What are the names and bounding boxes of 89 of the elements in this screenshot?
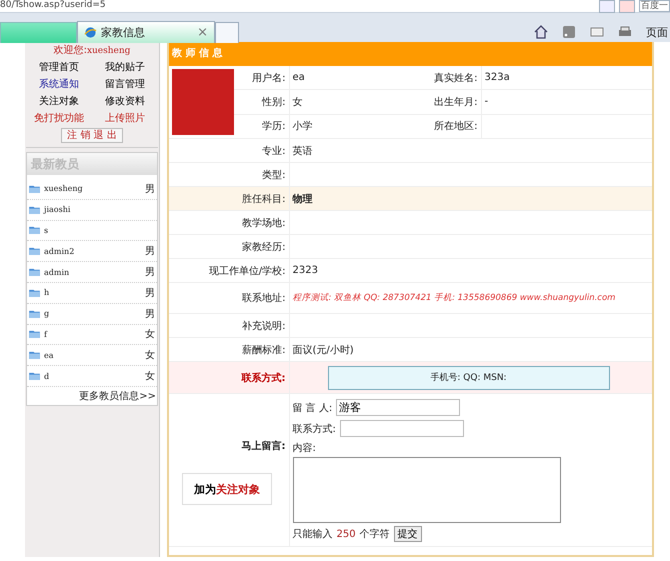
folder-icon: [29, 351, 40, 360]
teacher-link[interactable]: f: [44, 330, 47, 339]
globe-icon: [84, 26, 97, 39]
teacher-link[interactable]: ea: [44, 350, 54, 360]
field-value: 物理: [292, 194, 312, 204]
limit-text: 只能输入: [292, 528, 332, 541]
logout-button[interactable]: 注 销 退 出: [61, 128, 123, 143]
field-label: 教学场地:: [242, 218, 286, 228]
field-label: 联系地址:: [242, 293, 286, 304]
gender-text: 男: [145, 182, 155, 196]
gender-text: 男: [145, 245, 155, 258]
folder-icon: [29, 206, 40, 214]
field-value: 小学: [292, 121, 312, 132]
folder-icon: [29, 226, 40, 234]
teacher-link[interactable]: d: [44, 372, 50, 381]
folder-icon: [29, 330, 40, 338]
field-value: 2323: [292, 265, 318, 276]
field-value: 英语: [292, 146, 312, 156]
teacher-link[interactable]: xuesheng: [44, 184, 83, 194]
field-label: 补充说明:: [242, 320, 286, 332]
gender-text: 男: [145, 266, 155, 280]
field-label: 家教经历:: [242, 242, 286, 252]
gender-text: 男: [145, 286, 155, 300]
mail-icon[interactable]: [590, 25, 604, 39]
field-label: 薪酬标准:: [242, 344, 286, 356]
page-menu[interactable]: 页面: [646, 24, 668, 40]
field-label: 留 言 人:: [292, 402, 332, 414]
teacher-link[interactable]: h: [44, 288, 50, 298]
field-label: 出生年月:: [434, 96, 478, 108]
panel-title: 教 师 信 息: [169, 42, 652, 66]
field-label: 类型:: [262, 170, 286, 180]
field-label: 所在地区:: [434, 121, 478, 132]
field-label: 学历:: [262, 121, 286, 132]
folder-icon: [29, 268, 40, 276]
field-value: -: [484, 96, 488, 108]
photo-placeholder: [172, 69, 234, 135]
field-label: 联系方式:: [242, 372, 286, 384]
limit-text: 个字符: [360, 528, 390, 541]
menu-link[interactable]: 修改资料: [92, 95, 158, 108]
contact-box: 手机号: QQ: MSN:: [328, 366, 610, 390]
folder-icon: [29, 184, 40, 193]
field-value: ea: [292, 72, 305, 84]
printer-icon[interactable]: [618, 25, 632, 39]
teacher-link[interactable]: admin2: [44, 246, 74, 256]
menu-link[interactable]: 系统通知: [26, 78, 92, 91]
field-label: 性别:: [262, 96, 286, 108]
field-value: 女: [292, 96, 302, 108]
folder-icon: [29, 288, 40, 297]
teacher-link[interactable]: jiaoshi: [44, 205, 70, 214]
field-label: 内容:: [292, 442, 317, 455]
gender-text: 女: [145, 370, 155, 384]
contact-input[interactable]: [340, 420, 464, 437]
welcome-text: 欢迎您:xuesheng: [52, 44, 132, 58]
gender-text: 女: [145, 349, 155, 362]
field-label: 真实姓名:: [434, 72, 478, 84]
limit-count: 250: [336, 528, 356, 540]
search-field[interactable]: 百度一: [639, 0, 670, 12]
field-label: 现工作单位/学校:: [208, 266, 286, 276]
address-value: 程序测试: 双鱼林 QQ: 287307421 手机: 13558690869 www.shuangyulin.com: [292, 293, 616, 303]
teacher-link[interactable]: s: [44, 226, 48, 235]
folder-icon: [29, 310, 40, 318]
home-icon[interactable]: [534, 25, 548, 39]
field-label: 胜任科目:: [242, 194, 286, 204]
new-tab-button[interactable]: [215, 22, 239, 43]
content-textarea[interactable]: [292, 457, 560, 523]
field-value: 323a: [484, 72, 510, 84]
field-label: 马上留言:: [240, 439, 286, 453]
field-label: 用户名:: [252, 72, 286, 84]
menu-link[interactable]: 留言管理: [92, 78, 158, 91]
teacher-link[interactable]: admin: [44, 268, 70, 277]
menu-link[interactable]: 上传照片: [92, 112, 158, 125]
gender-text: 女: [145, 328, 155, 342]
submit-button[interactable]: 提交: [394, 526, 422, 542]
teacher-link[interactable]: g: [44, 309, 50, 318]
gender-text: 男: [145, 308, 155, 321]
more-link[interactable]: 更多教员信息>>: [79, 390, 156, 402]
folder-icon: [29, 247, 40, 256]
menu-link[interactable]: 关注对象: [26, 95, 92, 108]
folder-icon: [29, 372, 40, 380]
follow-button[interactable]: 加为关注对象: [182, 473, 272, 505]
field-label: 联系方式:: [292, 422, 336, 436]
field-value: 面议(元/小时): [292, 344, 354, 356]
field-label: 专业:: [262, 146, 286, 156]
menu-link[interactable]: 我的贴子: [92, 61, 158, 74]
menu-link[interactable]: 免打扰功能: [26, 112, 92, 125]
address-text[interactable]: 80/Tshow.asp?userid=5: [0, 0, 106, 12]
author-input[interactable]: 游客: [336, 399, 460, 416]
menu-link[interactable]: 管理首页: [26, 61, 92, 74]
browser-tab[interactable]: 家教信息 ×: [77, 21, 215, 43]
